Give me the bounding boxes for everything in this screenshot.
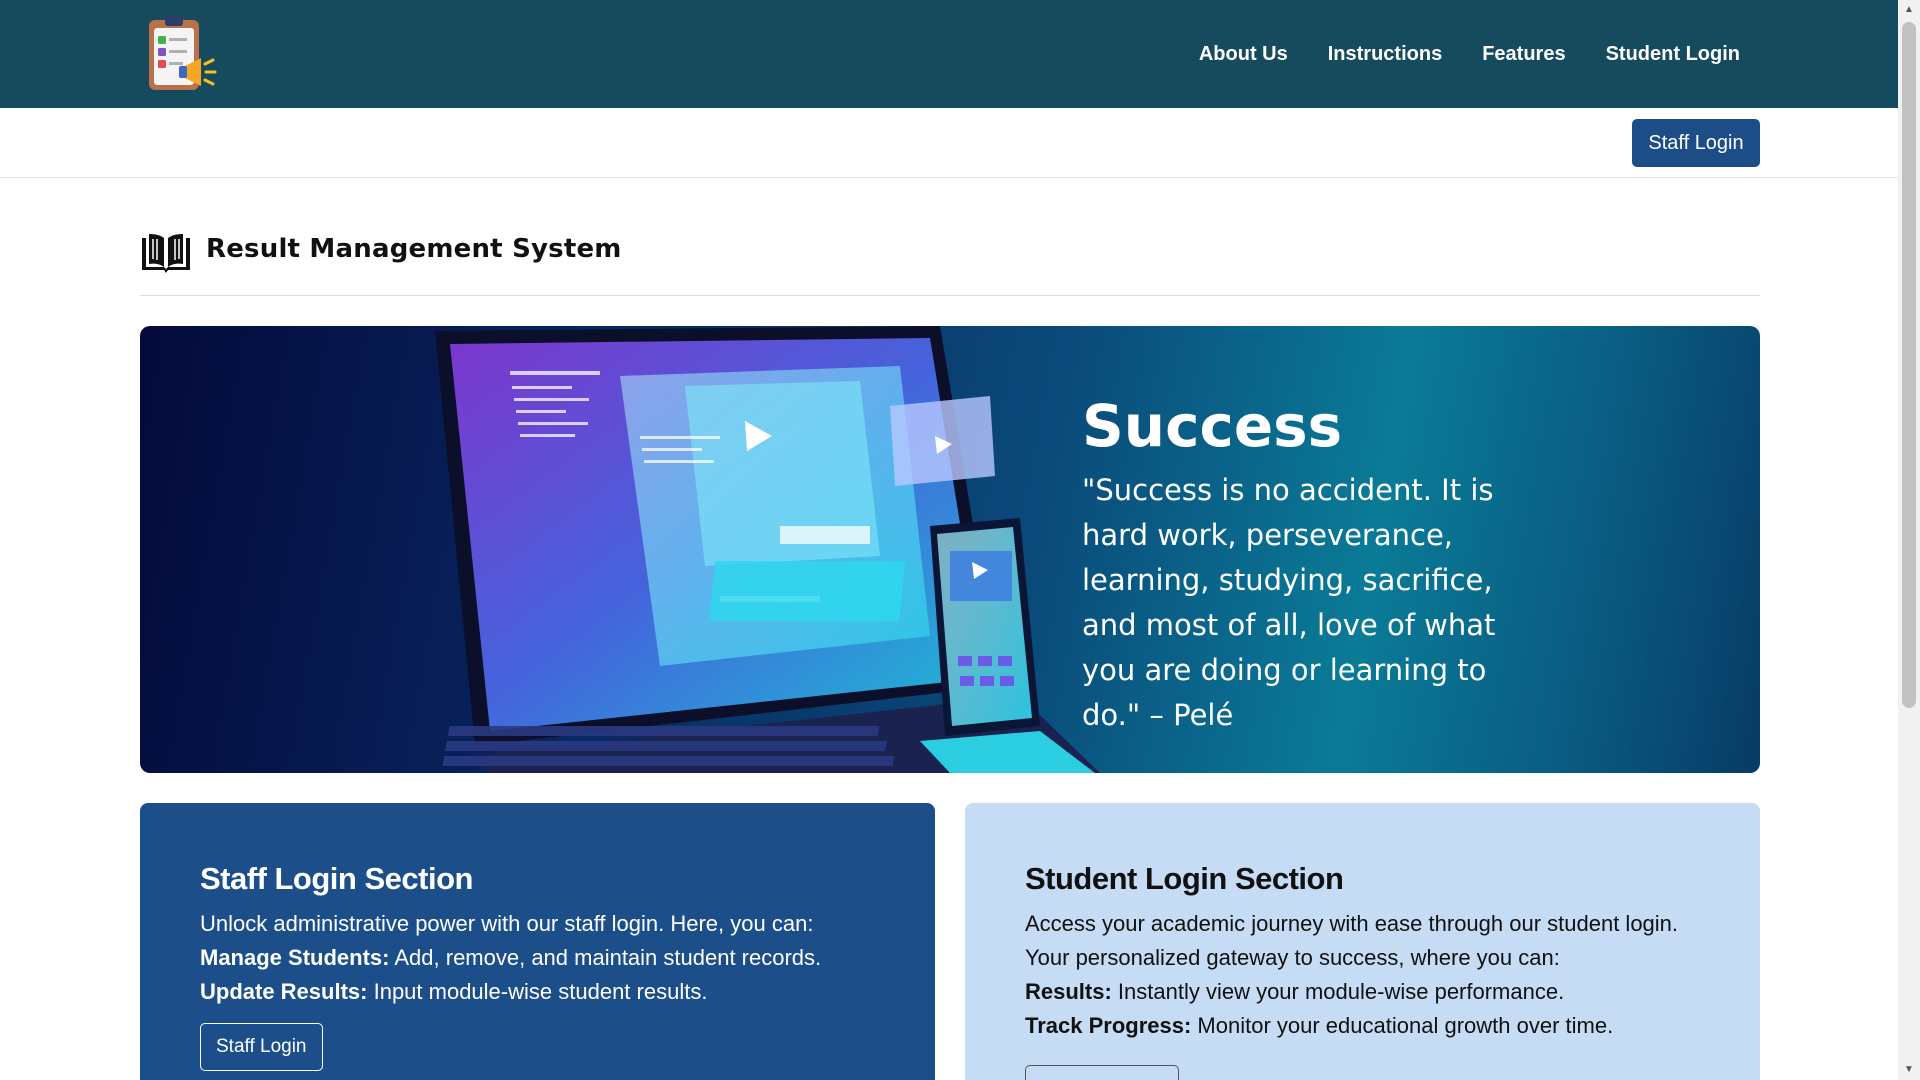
hero-title: Success	[1082, 392, 1343, 460]
staff-feature-manage: Manage Students: Add, remove, and mainta…	[200, 941, 875, 975]
page-title-row: Result Management System	[140, 230, 1760, 296]
student-login-section: Student Login Section Access your academ…	[965, 803, 1760, 1080]
app-logo[interactable]	[143, 14, 223, 96]
page: About Us Instructions Features Student L…	[0, 0, 1898, 1080]
open-book-icon	[142, 234, 190, 273]
staff-section-login-button[interactable]: Staff Login	[200, 1023, 323, 1071]
staff-section-intro: Unlock administrative power with our sta…	[200, 911, 814, 936]
staff-feature-update: Update Results: Input module-wise studen…	[200, 975, 875, 1009]
scroll-down-arrow-icon[interactable]: ▼	[1898, 1060, 1920, 1080]
staff-section-title: Staff Login Section	[200, 861, 473, 896]
scroll-up-arrow-icon[interactable]: ▲	[1898, 0, 1920, 20]
student-section-title: Student Login Section	[1025, 861, 1344, 896]
scrollbar-thumb[interactable]	[1902, 22, 1916, 708]
staff-login-section: Staff Login Section Unlock administrativ…	[140, 803, 935, 1080]
student-feature-progress-text: Monitor your educational growth over tim…	[1191, 1013, 1614, 1038]
hero-quote: "Success is no accident. It is hard work…	[1082, 473, 1496, 732]
staff-feature-update-text: Input module-wise student results.	[367, 979, 708, 1004]
student-feature-results: Results: Instantly view your module-wise…	[1025, 975, 1700, 1009]
student-feature-progress: Track Progress: Monitor your educational…	[1025, 1009, 1700, 1043]
main-nav: About Us Instructions Features Student L…	[1199, 0, 1740, 108]
staff-login-button[interactable]: Staff Login	[1632, 119, 1760, 167]
nav-student-login[interactable]: Student Login	[1606, 43, 1740, 66]
nav-features[interactable]: Features	[1482, 43, 1565, 66]
nav-about-us[interactable]: About Us	[1199, 43, 1288, 66]
student-section-login-button[interactable]	[1025, 1065, 1179, 1080]
student-feature-progress-label: Track Progress:	[1025, 1013, 1192, 1038]
hero-banner: Success "Success is no accident. It is h…	[140, 326, 1760, 773]
student-feature-results-label: Results:	[1025, 979, 1112, 1004]
student-section-intro: Access your academic journey with ease t…	[1025, 911, 1679, 970]
nav-instructions[interactable]: Instructions	[1328, 43, 1442, 66]
staff-feature-manage-text: Add, remove, and maintain student record…	[389, 945, 822, 970]
top-navbar: About Us Instructions Features Student L…	[0, 0, 1898, 108]
laptop-phone-illustration	[435, 326, 1100, 773]
staff-feature-manage-label: Manage Students:	[200, 945, 390, 970]
student-feature-results-text: Instantly view your module-wise performa…	[1111, 979, 1565, 1004]
page-title: Result Management System	[206, 234, 622, 264]
staff-feature-update-label: Update Results:	[200, 979, 368, 1004]
vertical-scrollbar[interactable]: ▲ ▼	[1898, 0, 1920, 1080]
sub-toolbar: Staff Login	[0, 108, 1898, 178]
